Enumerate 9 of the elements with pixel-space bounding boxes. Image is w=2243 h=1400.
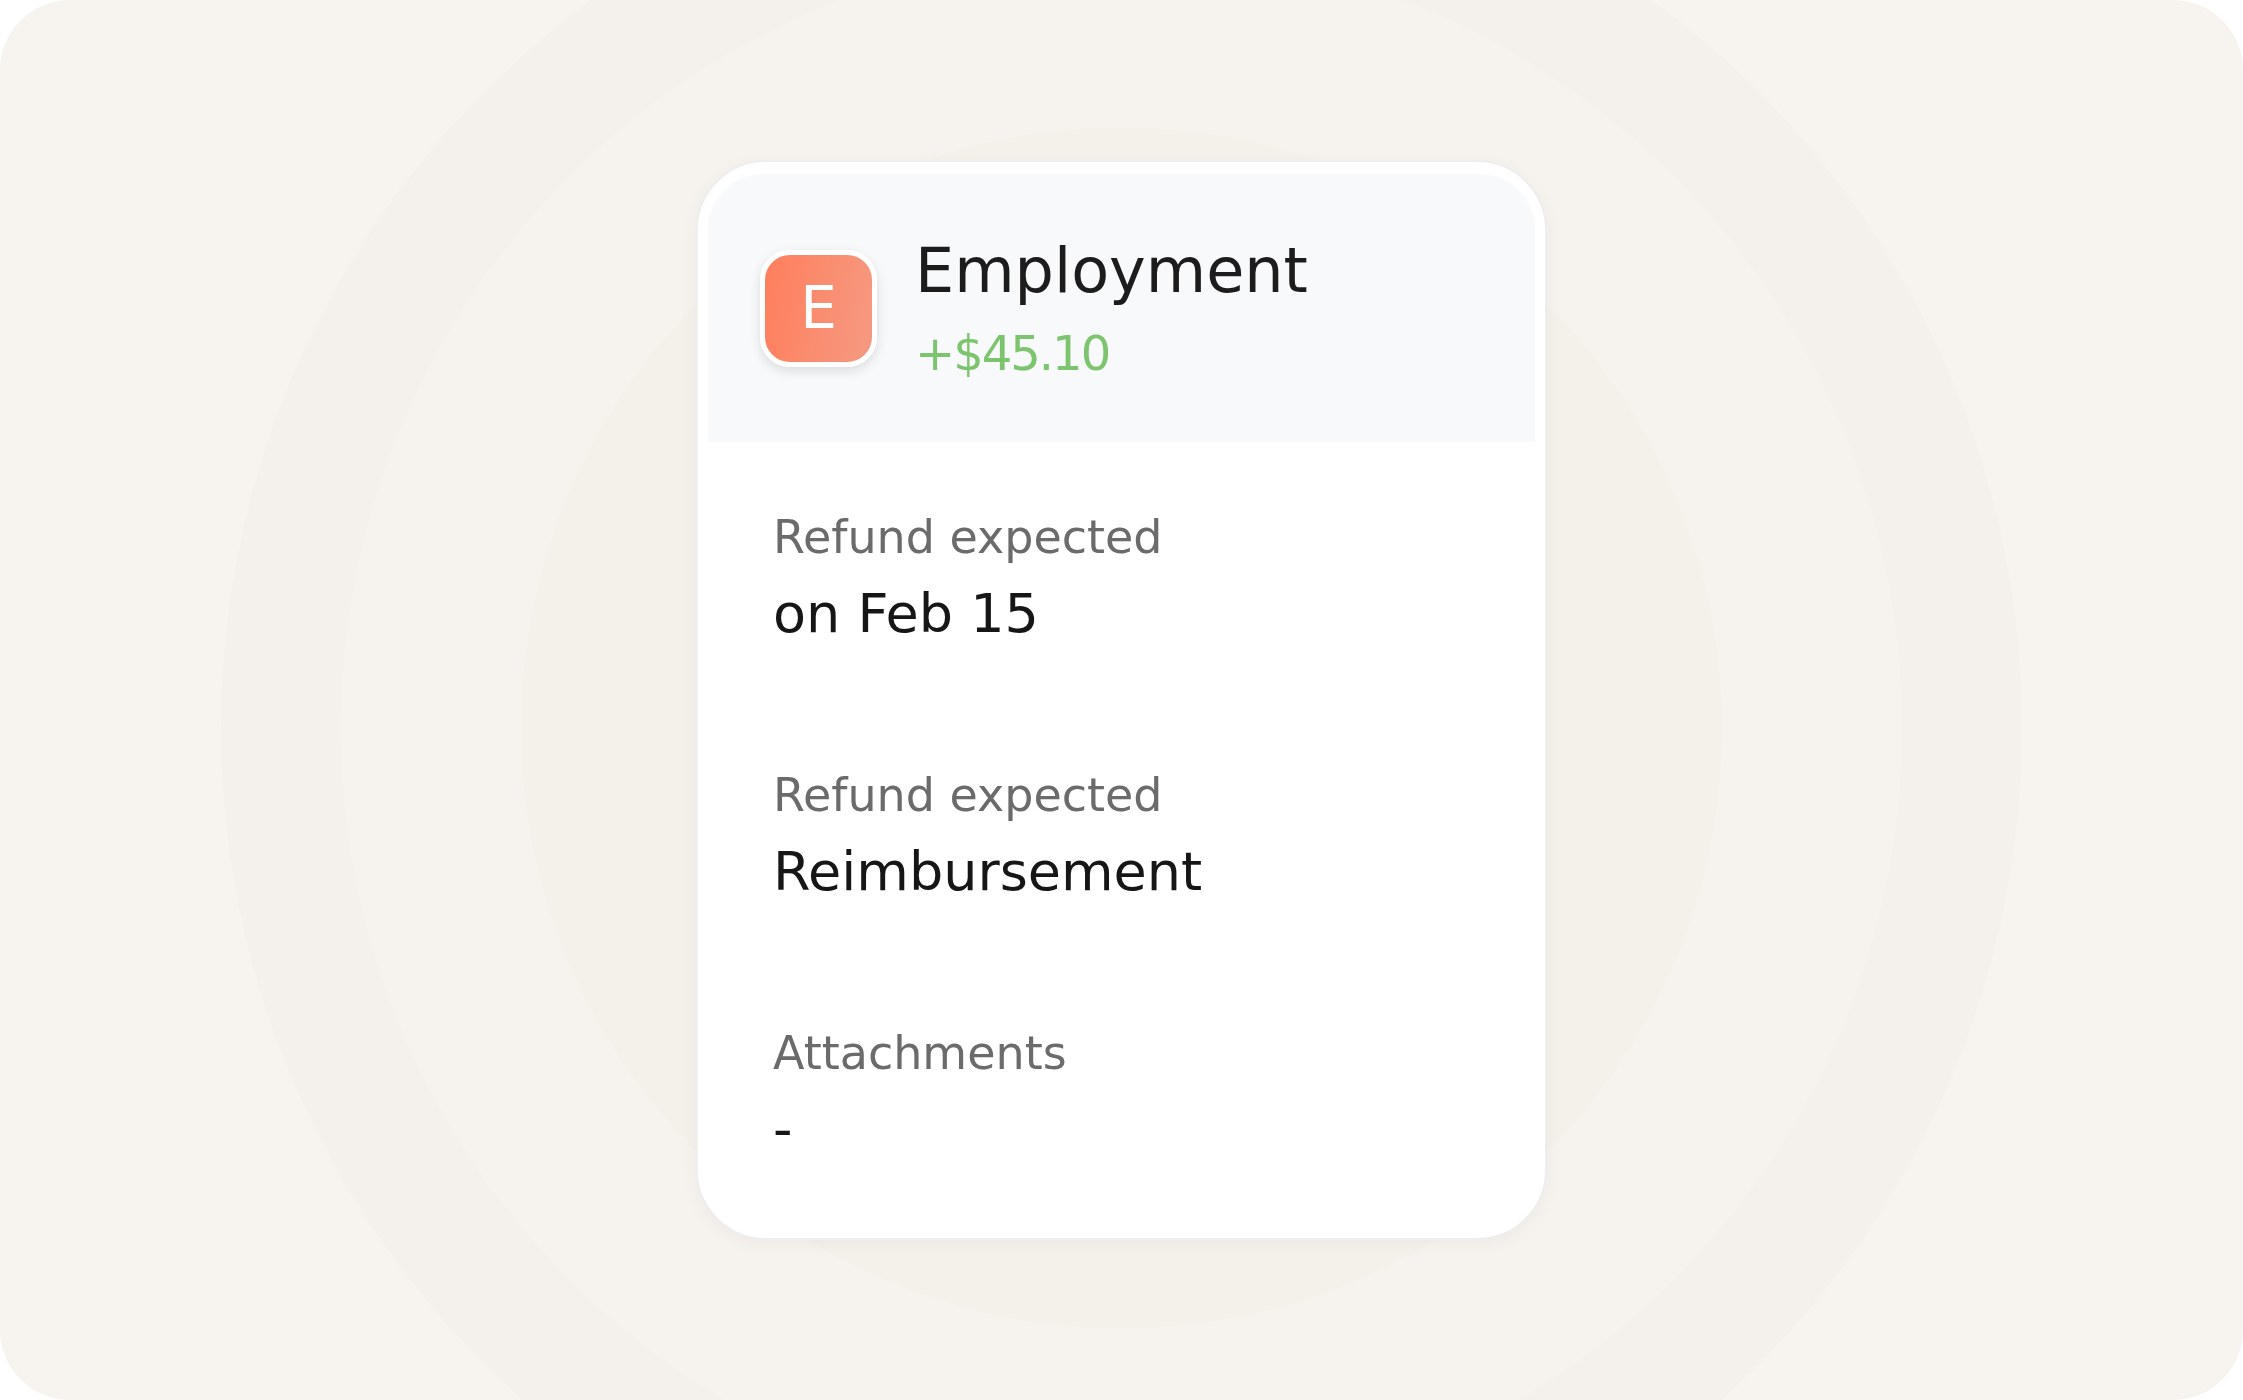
title: Employment [915, 233, 1308, 309]
avatar: E [760, 249, 877, 367]
field-label: Attachments [773, 1025, 1067, 1082]
field-label: Refund expected [773, 767, 1163, 824]
amount: +$45.10 [915, 324, 1111, 383]
field-value: Reimbursement [773, 840, 1203, 904]
field-label: Refund expected [773, 509, 1163, 566]
field-value: - [773, 1098, 793, 1162]
field-value: on Feb 15 [773, 582, 1039, 646]
